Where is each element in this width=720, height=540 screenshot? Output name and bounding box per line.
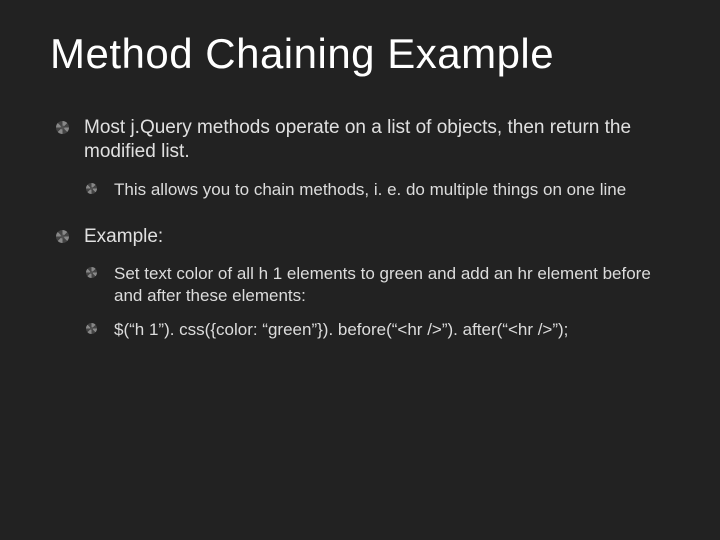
sub-list: This allows you to chain methods, i. e. …: [84, 179, 670, 201]
slide-title: Method Chaining Example: [50, 30, 670, 78]
bullet-text: Most j.Query methods operate on a list o…: [84, 117, 631, 162]
list-item: Most j.Query methods operate on a list o…: [50, 116, 670, 201]
list-item: Set text color of all h 1 elements to gr…: [84, 263, 670, 307]
slide: Method Chaining Example Most j.Query met…: [0, 0, 720, 540]
bullet-text: Example:: [84, 226, 163, 247]
bullet-text: This allows you to chain methods, i. e. …: [114, 180, 626, 199]
list-item: Example: Set text color of all h 1 eleme…: [50, 225, 670, 342]
bullet-text: Set text color of all h 1 elements to gr…: [114, 264, 651, 305]
bullet-list: Most j.Query methods operate on a list o…: [50, 116, 670, 341]
list-item: $(“h 1”). css({color: “green”}). before(…: [84, 319, 670, 341]
bullet-text: $(“h 1”). css({color: “green”}). before(…: [114, 320, 568, 339]
list-item: This allows you to chain methods, i. e. …: [84, 179, 670, 201]
sub-list: Set text color of all h 1 elements to gr…: [84, 263, 670, 341]
